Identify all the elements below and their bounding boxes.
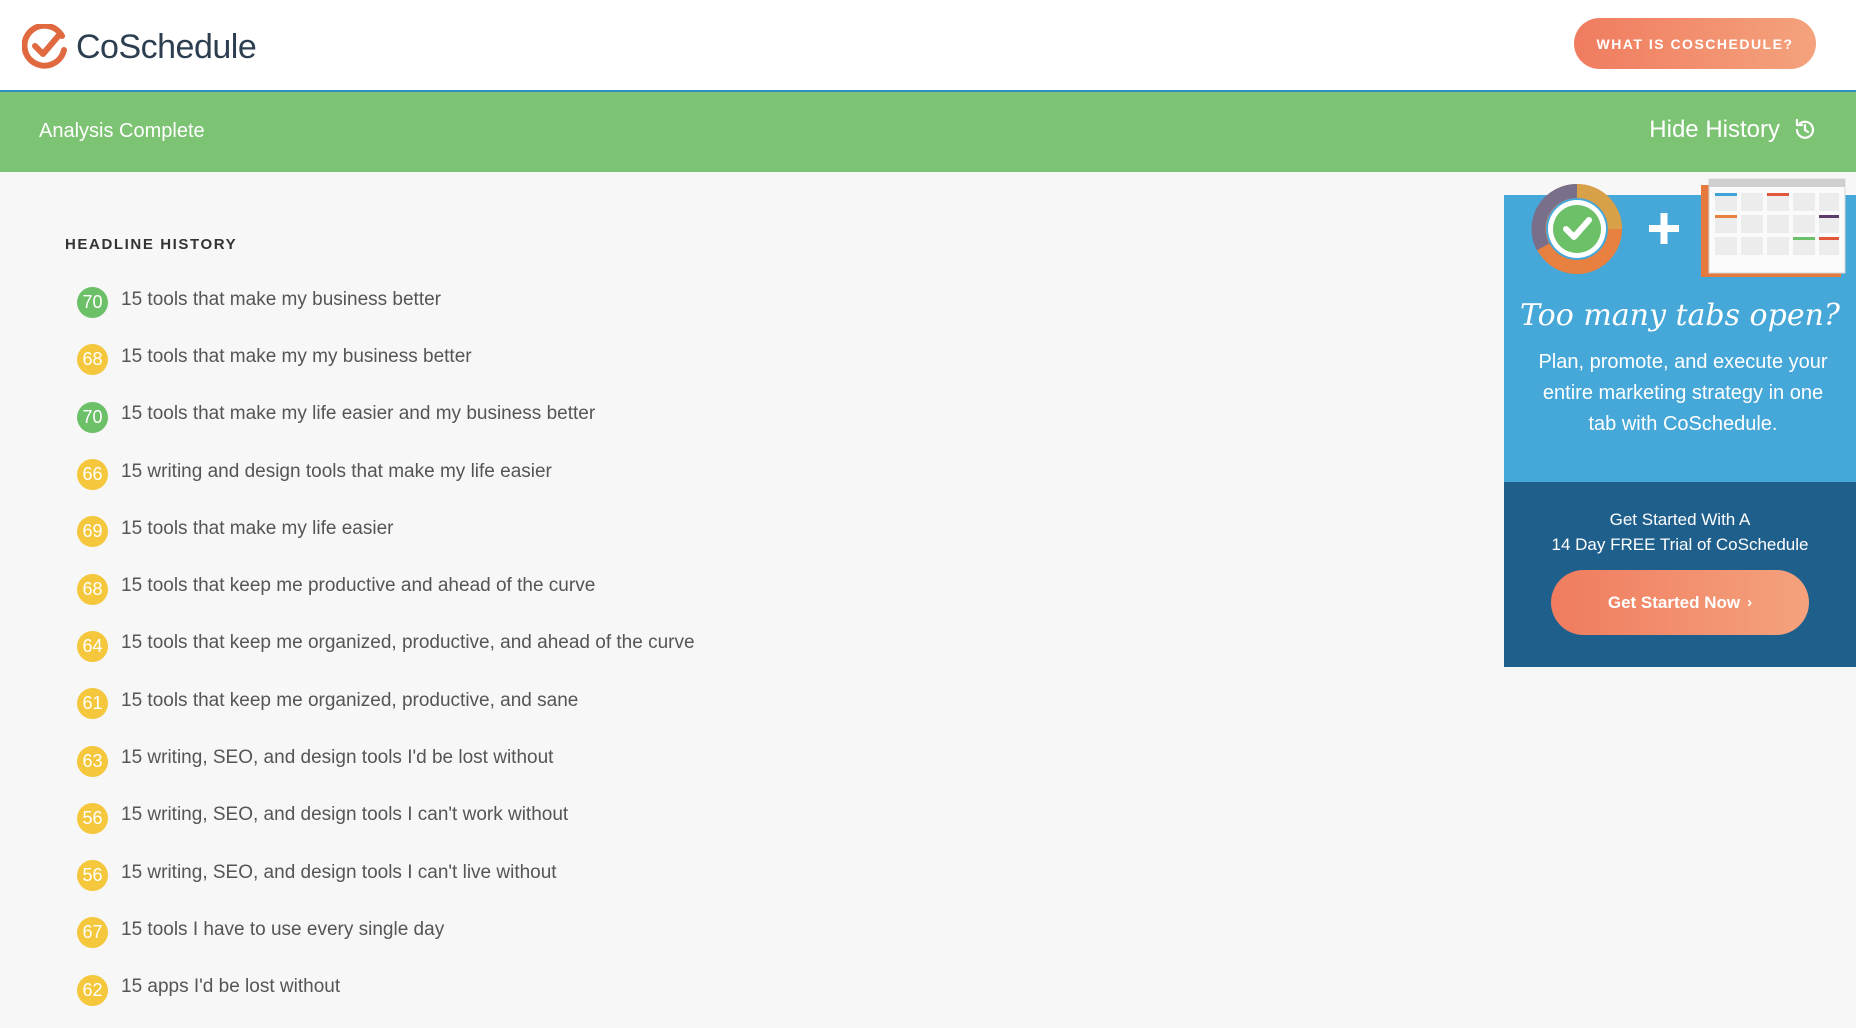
history-headline: 15 writing, SEO, and design tools I'd be… [121,747,554,769]
plus-icon [1649,213,1679,244]
history-item[interactable]: 69 15 tools that make my life easier [65,500,965,557]
promo-panel: Too many tabs open? Plan, promote, and e… [1504,178,1856,667]
calendar-icon [1701,178,1846,277]
score-badge: 56 [77,860,108,892]
history-item[interactable]: 56 15 writing, SEO, and design tools I ca… [65,787,965,844]
history-headline: 15 tools that keep me organized, product… [121,689,579,711]
history-list: 70 15 tools that make my business better 6… [65,271,965,1016]
score-badge: 70 [77,401,108,433]
promo-cta-line1: Get Started With A [1609,510,1751,529]
history-item[interactable]: 61 15 tools that keep me organized, produ… [65,672,965,729]
promo-illustration [1531,178,1846,277]
get-started-button[interactable]: Get Started Now › [1551,570,1809,635]
promo-cta-line2: 14 Day FREE Trial of CoSchedule [1551,535,1809,554]
what-is-coschedule-button[interactable]: WHAT IS COSCHEDULE? [1574,18,1816,69]
score-donut-icon [1531,183,1622,274]
history-headline: 15 tools that make my life easier [121,517,394,539]
history-headline: 15 tools that keep me productive and ahe… [121,575,596,597]
score-badge: 66 [77,459,108,491]
history-headline: 15 tools that make my life easier and my… [121,403,596,425]
history-headline: 15 writing, SEO, and design tools I can'… [121,861,557,883]
history-item[interactable]: 68 15 tools that keep me productive and a… [65,557,965,614]
history-item[interactable]: 67 15 tools I have to use every single da… [65,901,965,958]
history-item[interactable]: 70 15 tools that make my life easier and … [65,386,965,443]
score-badge: 62 [77,974,108,1006]
history-headline: 15 tools I have to use every single day [121,918,445,940]
history-item[interactable]: 70 15 tools that make my business better [65,271,965,328]
hide-history-label: Hide History [1649,116,1780,143]
score-badge: 56 [77,802,108,834]
history-item[interactable]: 64 15 tools that keep me organized, produ… [65,615,965,672]
history-headline: 15 apps I'd be lost without [121,976,341,998]
score-badge: 63 [77,745,108,777]
analysis-status-text: Analysis Complete [39,120,205,142]
history-headline: 15 writing, SEO, and design tools I can'… [121,804,569,826]
headline-history: HEADLINE HISTORY 70 15 tools that make my… [65,236,965,1016]
score-badge: 67 [77,917,108,949]
promo-cta-text: Get Started With A 14 Day FREE Trial of … [1504,507,1856,557]
score-badge: 61 [77,688,108,720]
history-clock-icon [1795,118,1815,139]
history-headline: 15 tools that keep me organized, product… [121,632,695,654]
brand-name: CoSchedule [76,27,257,66]
history-headline: 15 tools that make my business better [121,288,441,310]
score-badge: 69 [77,516,108,548]
score-badge: 64 [77,630,108,662]
history-item[interactable]: 62 15 apps I'd be lost without [65,959,965,1016]
history-item[interactable]: 66 15 writing and design tools that make … [65,443,965,500]
history-headline: 15 writing and design tools that make my… [121,460,552,482]
analysis-status-bar: Analysis Complete Hide History [0,92,1856,172]
score-badge: 68 [77,573,108,605]
coschedule-check-icon [22,24,67,69]
hide-history-toggle[interactable]: Hide History [1649,116,1818,144]
history-item[interactable]: 56 15 writing, SEO, and design tools I ca… [65,844,965,901]
chevron-right-icon: › [1747,594,1753,611]
get-started-label: Get Started Now [1607,592,1741,612]
history-item[interactable]: 68 15 tools that make my my business bett… [65,328,965,385]
score-badge: 70 [77,287,108,319]
score-badge: 68 [77,344,108,376]
top-header: CoSchedule WHAT IS COSCHEDULE? [0,0,1856,92]
promo-heading: Too many tabs open? [1520,298,1840,333]
history-item[interactable]: 63 15 writing, SEO, and design tools I'd … [65,729,965,786]
history-title: HEADLINE HISTORY [65,236,238,253]
history-headline: 15 tools that make my my business better [121,345,472,367]
promo-body: Plan, promote, and execute your entire m… [1538,351,1828,435]
coschedule-logo[interactable]: CoSchedule [22,24,257,70]
